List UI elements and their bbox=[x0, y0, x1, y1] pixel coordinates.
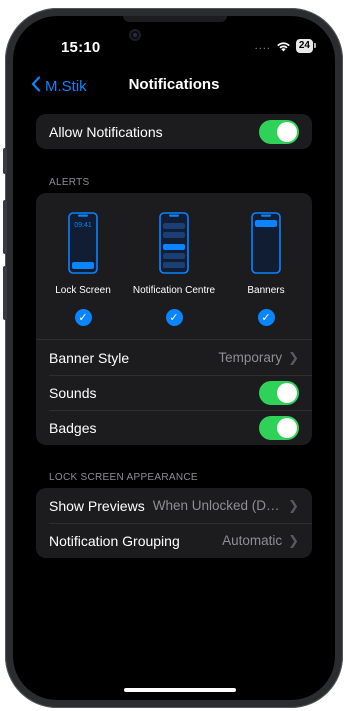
chevron-right-icon: ❯ bbox=[288, 497, 299, 513]
banners-preview-icon bbox=[251, 212, 281, 274]
alerts-header: ALERTS bbox=[49, 177, 90, 188]
show-previews-value: When Unlocked (Defa... bbox=[152, 498, 283, 513]
notification-grouping-label: Notification Grouping bbox=[49, 532, 180, 549]
sounds-row: Sounds bbox=[36, 375, 312, 410]
battery-icon: 24 bbox=[295, 39, 317, 53]
show-previews-row[interactable]: Show Previews When Unlocked (Defa... ❯ bbox=[36, 488, 312, 523]
banner-style-label: Banner Style bbox=[49, 349, 130, 366]
page-title: Notifications bbox=[128, 76, 220, 93]
checkmark-icon: ✓ bbox=[257, 309, 275, 326]
allow-notifications-toggle[interactable] bbox=[259, 119, 299, 144]
chevron-right-icon: ❯ bbox=[288, 532, 299, 548]
banner-style-row[interactable]: Banner Style Temporary ❯ bbox=[36, 339, 312, 375]
notification-grouping-value: Automatic bbox=[222, 533, 283, 548]
lock-screen-preview-icon: 09:41 bbox=[68, 212, 98, 274]
action-button bbox=[3, 148, 7, 174]
signal-icon: .... bbox=[254, 40, 271, 52]
alert-option-label: Banners bbox=[247, 285, 285, 296]
screen: 15:10 .... 24 M.Stik Notifications Allow… bbox=[13, 16, 335, 700]
lock-screen-appearance-group: Show Previews When Unlocked (Defa... ❯ N… bbox=[36, 488, 312, 558]
alert-options: 09:41 Lock Screen ✓ Notification Centre bbox=[36, 193, 312, 339]
show-previews-label: Show Previews bbox=[49, 497, 145, 514]
badges-row: Badges bbox=[36, 410, 312, 445]
lock-screen-appearance-header: LOCK SCREEN APPEARANCE bbox=[49, 472, 198, 483]
sounds-label: Sounds bbox=[49, 384, 97, 401]
sounds-toggle[interactable] bbox=[259, 380, 299, 405]
allow-notifications-row: Allow Notifications bbox=[36, 114, 312, 149]
volume-up-button bbox=[3, 200, 7, 254]
alert-option-label: Lock Screen bbox=[55, 285, 111, 296]
alert-option-lock-screen[interactable]: 09:41 Lock Screen ✓ bbox=[38, 212, 128, 326]
speaker-notch bbox=[123, 16, 227, 22]
checkmark-icon: ✓ bbox=[165, 309, 183, 326]
checkmark-icon: ✓ bbox=[74, 309, 92, 326]
notification-grouping-row[interactable]: Notification Grouping Automatic ❯ bbox=[36, 523, 312, 558]
badges-label: Badges bbox=[49, 419, 97, 436]
alerts-group: 09:41 Lock Screen ✓ Notification Centre bbox=[36, 193, 312, 445]
volume-down-button bbox=[3, 266, 7, 320]
notification-centre-preview-icon bbox=[159, 212, 189, 274]
status-indicators: .... 24 bbox=[254, 39, 317, 53]
front-camera bbox=[129, 29, 141, 41]
status-time: 15:10 bbox=[61, 39, 101, 56]
banner-style-value: Temporary bbox=[218, 350, 283, 365]
chevron-right-icon: ❯ bbox=[288, 349, 299, 365]
alert-option-label: Notification Centre bbox=[132, 285, 216, 296]
badges-toggle[interactable] bbox=[259, 415, 299, 440]
home-indicator[interactable] bbox=[124, 688, 236, 692]
lock-screen-preview-time: 09:41 bbox=[74, 222, 92, 229]
wifi-icon bbox=[277, 41, 290, 51]
alert-option-banners[interactable]: Banners ✓ bbox=[221, 212, 311, 326]
alert-option-notification-centre[interactable]: Notification Centre ✓ bbox=[129, 212, 219, 326]
allow-notifications-label: Allow Notifications bbox=[49, 123, 163, 140]
allow-notifications-group: Allow Notifications bbox=[36, 114, 312, 149]
